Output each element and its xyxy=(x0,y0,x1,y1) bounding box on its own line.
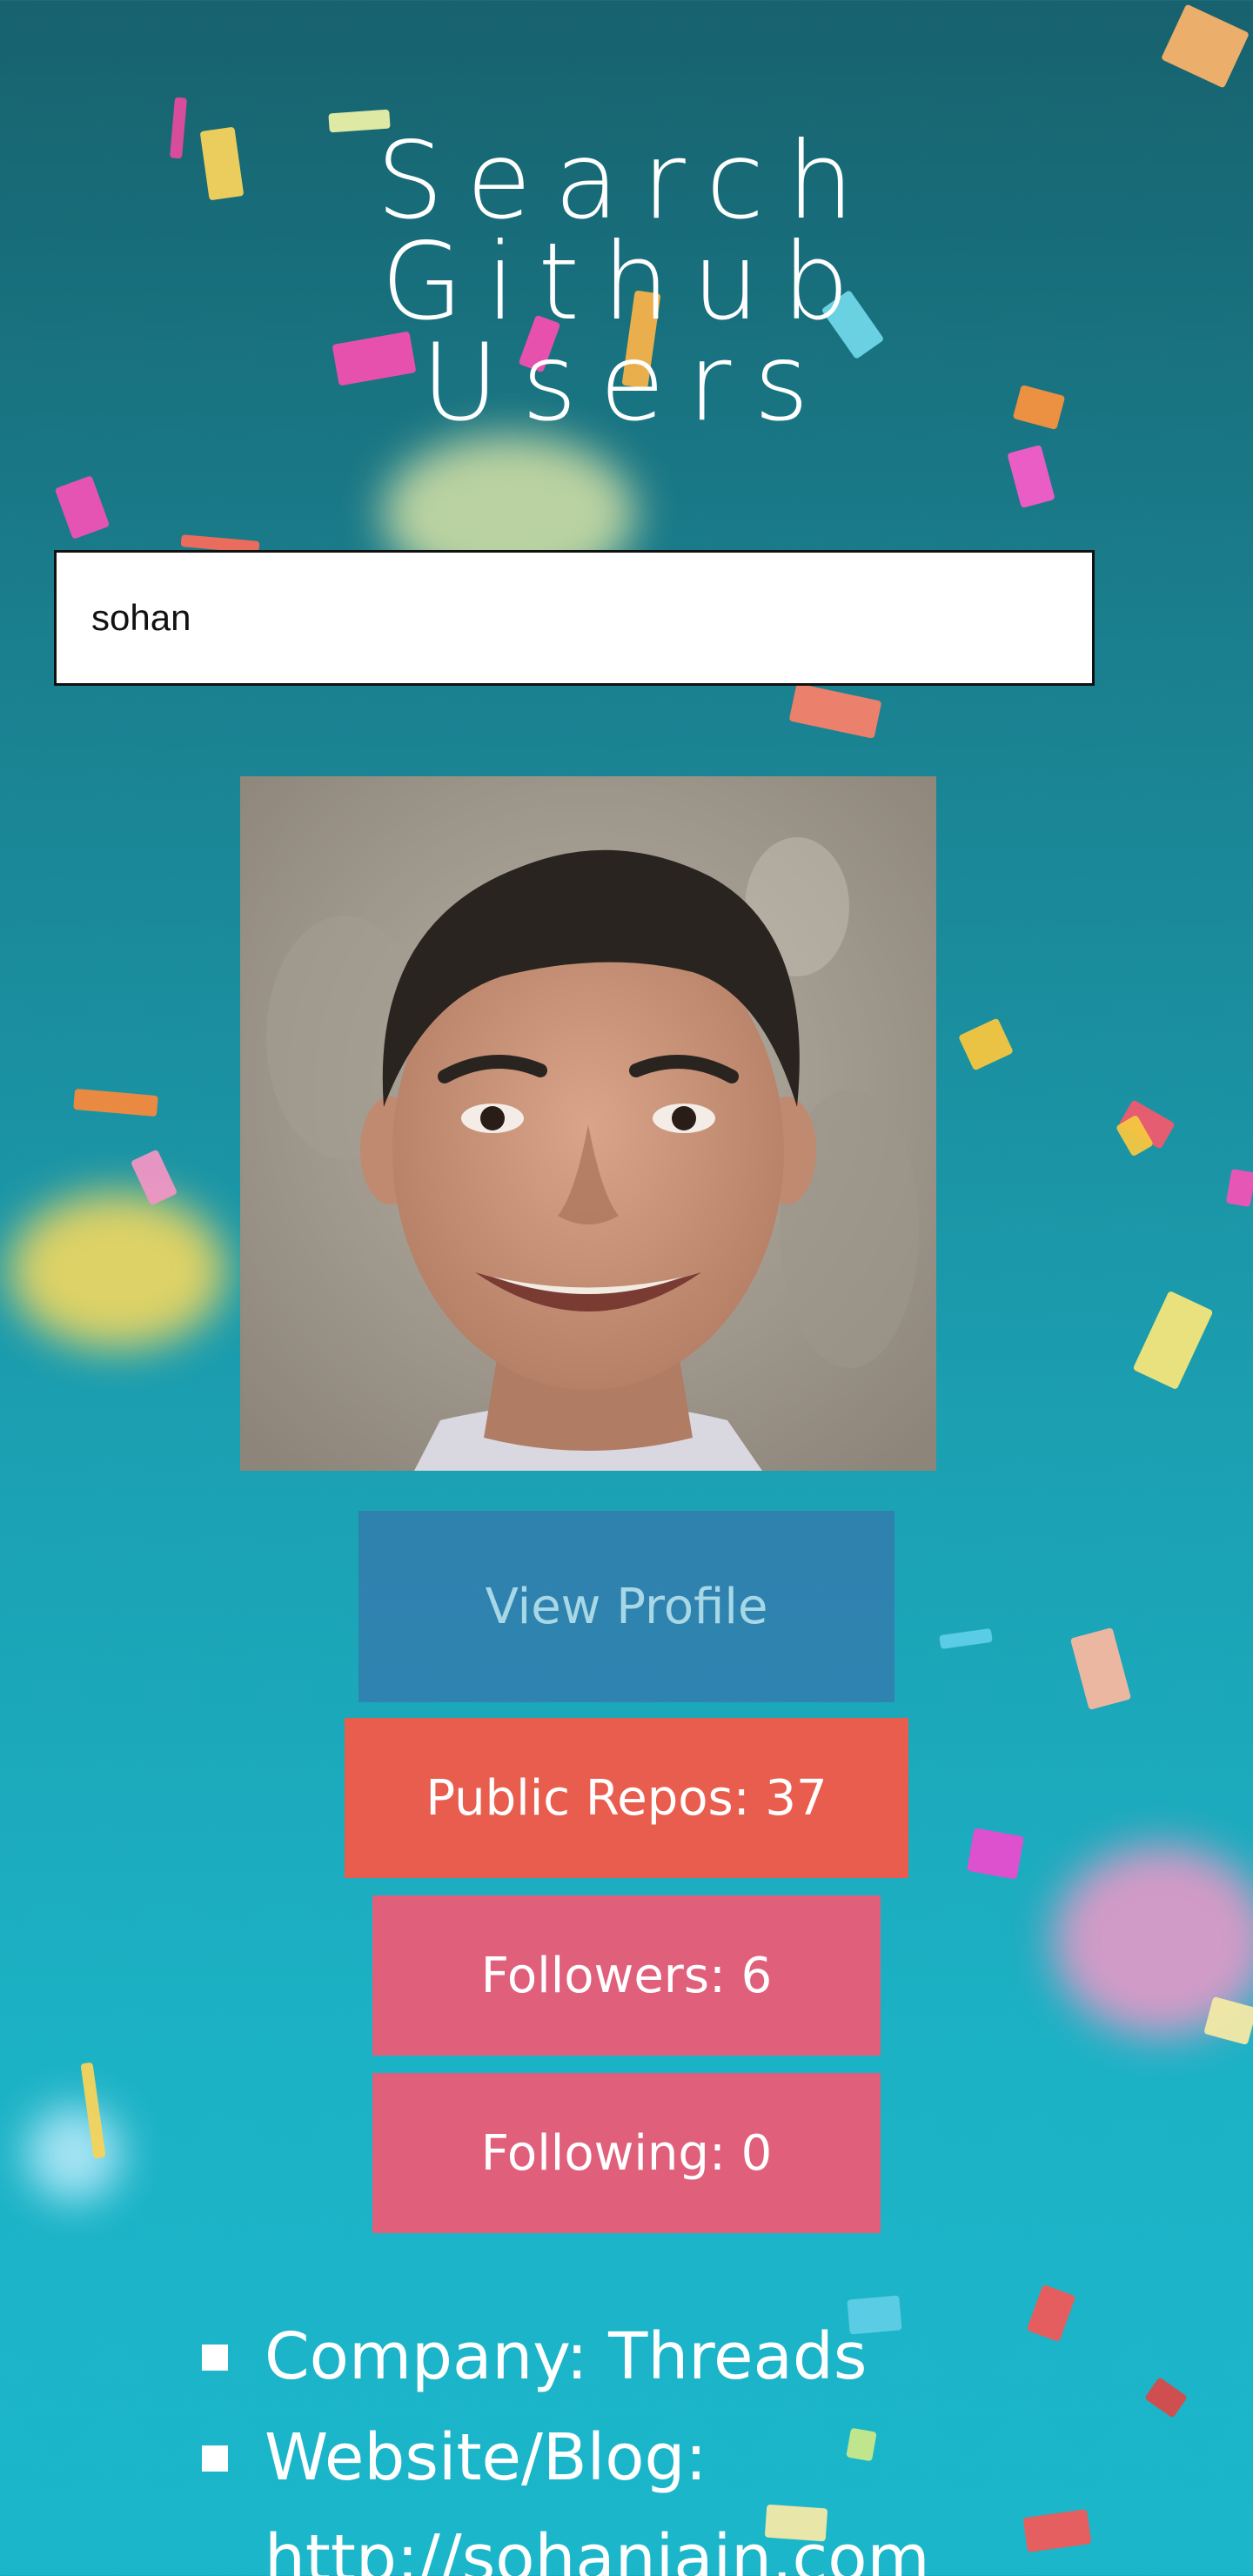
confetti-piece xyxy=(130,1149,178,1206)
following-badge: Following: 0 xyxy=(372,2073,881,2233)
background-bokeh xyxy=(1053,1845,1253,2036)
search-input[interactable] xyxy=(54,550,1095,686)
confetti-piece xyxy=(1203,1996,1253,2045)
page-title-line: Search xyxy=(376,119,877,243)
followers-badge: Followers: 6 xyxy=(372,1895,881,2056)
list-item[interactable]: Website/Blog: http://sohanjain.com xyxy=(202,2407,1229,2576)
company-text: Company: Threads xyxy=(265,2319,868,2394)
background-bokeh xyxy=(9,1192,226,1349)
list-item: Company: Threads xyxy=(202,2306,1229,2407)
profile-details-list: Company: Threads Website/Blog: http://so… xyxy=(202,2306,1229,2576)
confetti-piece xyxy=(1225,1168,1253,1208)
confetti-piece xyxy=(788,683,882,739)
confetti-piece xyxy=(80,2062,106,2159)
confetti-piece xyxy=(1132,1290,1214,1391)
confetti-piece xyxy=(1007,444,1055,509)
confetti-piece xyxy=(54,475,111,540)
confetti-piece xyxy=(1115,1114,1155,1157)
confetti-piece xyxy=(1160,3,1250,89)
bullet-icon xyxy=(202,2445,228,2472)
avatar-image xyxy=(240,776,936,1471)
view-profile-button[interactable]: View Profile xyxy=(358,1511,895,1702)
website-link[interactable]: Website/Blog: http://sohanjain.com xyxy=(265,2420,930,2576)
confetti-piece xyxy=(1118,1099,1176,1150)
background-bokeh xyxy=(26,2106,122,2202)
page-title-line: Github xyxy=(380,220,873,344)
bullet-icon xyxy=(202,2345,228,2371)
confetti-piece xyxy=(967,1828,1024,1880)
confetti-piece xyxy=(958,1017,1014,1071)
confetti-piece xyxy=(1069,1627,1132,1711)
avatar xyxy=(240,776,936,1471)
confetti-piece xyxy=(939,1627,993,1650)
confetti-piece xyxy=(73,1088,158,1117)
page-title-line: Users xyxy=(421,321,832,445)
page-title: Search Github Users xyxy=(0,119,1253,445)
public-repos-badge: Public Repos: 37 xyxy=(345,1718,908,1878)
